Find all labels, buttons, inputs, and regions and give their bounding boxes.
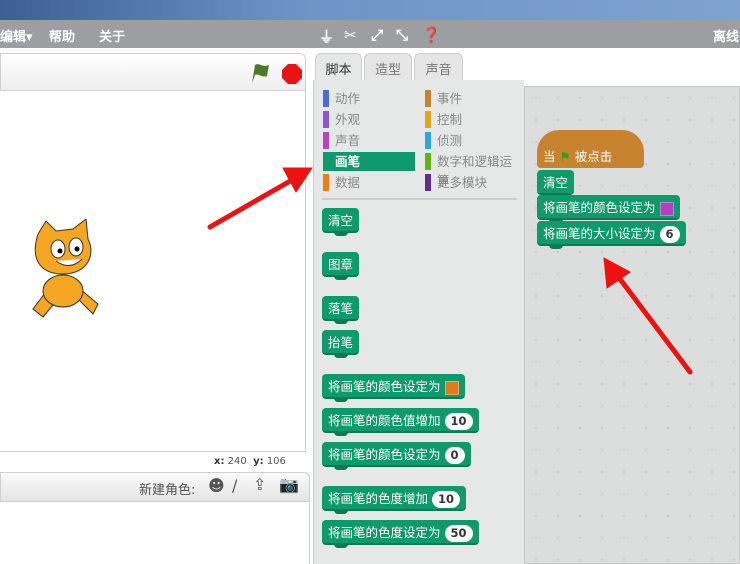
when-flag-clicked-block[interactable]: 当 ⚑ 被点击 <box>537 130 644 168</box>
block-label: 抬笔 <box>328 335 354 350</box>
block-label: 将画笔的颜色设定为 <box>328 379 441 394</box>
category-4[interactable]: 声音 <box>323 131 360 150</box>
menu-edit[interactable]: 编辑▾ <box>0 26 33 45</box>
block-label: 清空 <box>328 213 354 228</box>
block[interactable]: 将画笔的色度设定为 50 <box>322 520 479 548</box>
block-label: 清空 <box>543 175 569 190</box>
block-label: 将画笔的色度增加 <box>328 491 429 506</box>
category-8[interactable]: 数据 <box>323 173 360 192</box>
hat-prefix: 当 <box>543 149 556 164</box>
block[interactable]: 将画笔的色度增加 10 <box>322 486 467 514</box>
block[interactable]: 抬笔 <box>322 330 360 358</box>
category-6[interactable]: 画笔 <box>323 152 415 171</box>
block-palette: 动作 事件外观 控制声音 侦测 画笔 数字和逻辑运算数据 更多模块清空图章落笔抬笔将画笔的颜… <box>313 80 524 564</box>
block-label: 图章 <box>328 257 354 272</box>
menu-help[interactable]: 帮助 <box>49 26 75 45</box>
shrink-icon[interactable]: ⤡ <box>396 26 408 44</box>
help-icon[interactable]: ❓ <box>422 26 441 44</box>
block[interactable]: 将画笔的大小设定为 6 <box>537 221 686 249</box>
paint-brush-icon[interactable]: / <box>232 476 237 495</box>
cat-sprite[interactable] <box>18 219 108 329</box>
block-label: 将画笔的大小设定为 <box>543 226 656 241</box>
tab-sounds[interactable]: 声音 <box>414 53 463 80</box>
stamp-icon[interactable]: ⏚ <box>319 26 334 47</box>
number-input[interactable]: 6 <box>659 226 680 243</box>
menu-offline[interactable]: 离线 <box>713 26 739 45</box>
window-titlebar <box>0 0 740 20</box>
color-swatch[interactable] <box>444 380 459 395</box>
hat-suffix: 被点击 <box>574 149 613 164</box>
divider <box>322 198 517 200</box>
number-input[interactable]: 50 <box>444 525 473 542</box>
block[interactable]: 将画笔的颜色设定为 <box>322 374 465 402</box>
upload-icon[interactable]: ⇪ <box>253 475 266 494</box>
stage[interactable] <box>0 91 306 452</box>
block[interactable]: 图章 <box>322 252 360 280</box>
category-0[interactable]: 动作 <box>323 89 360 108</box>
stop-icon[interactable] <box>281 63 303 85</box>
grow-icon[interactable]: ⤢ <box>371 26 383 44</box>
block-label: 将画笔的颜色设定为 <box>543 200 656 215</box>
number-input[interactable]: 10 <box>444 413 473 430</box>
category-5[interactable]: 侦测 <box>425 131 462 150</box>
sprite-list <box>0 502 310 564</box>
tab-costumes[interactable]: 造型 <box>364 53 412 80</box>
block-label: 落笔 <box>328 301 354 316</box>
new-sprite-label: 新建角色: <box>139 483 196 498</box>
block[interactable]: 清空 <box>322 208 360 236</box>
block[interactable]: 将画笔的颜色设定为 0 <box>322 442 471 470</box>
category-9[interactable]: 更多模块 <box>425 173 487 192</box>
block-label: 将画笔的色度设定为 <box>328 525 441 540</box>
green-flag-icon: ⚑ <box>559 149 571 164</box>
block[interactable]: 清空 <box>537 170 575 198</box>
green-flag-icon[interactable] <box>249 62 271 84</box>
stage-header <box>0 53 306 91</box>
sprite-library-icon[interactable]: ☻ <box>208 476 225 495</box>
menu-about[interactable]: 关于 <box>99 26 125 45</box>
category-1[interactable]: 事件 <box>425 89 462 108</box>
color-swatch[interactable] <box>659 201 674 216</box>
block[interactable]: 将画笔的颜色设定为 <box>537 195 680 223</box>
sprite-pane-header: 新建角色: ☻ / ⇪ 📷 <box>0 472 310 502</box>
block[interactable]: 落笔 <box>322 296 360 324</box>
menu-bar: 编辑▾ 帮助 关于 ⏚ ✂ ⤢ ⤡ ❓ 离线 <box>0 20 740 48</box>
mouse-coordinates: x: 240 y: 106 <box>214 456 286 467</box>
category-3[interactable]: 控制 <box>425 110 462 129</box>
block-label: 将画笔的颜色设定为 <box>328 447 441 462</box>
camera-icon[interactable]: 📷 <box>279 475 299 494</box>
block[interactable]: 将画笔的颜色值增加 10 <box>322 408 479 436</box>
category-2[interactable]: 外观 <box>323 110 360 129</box>
number-input[interactable]: 10 <box>432 491 461 508</box>
number-input[interactable]: 0 <box>444 447 465 464</box>
scissors-icon[interactable]: ✂ <box>344 26 357 44</box>
category-7[interactable]: 数字和逻辑运算 <box>425 152 524 188</box>
block-label: 将画笔的颜色值增加 <box>328 413 441 428</box>
tab-scripts[interactable]: 脚本 <box>315 53 362 83</box>
